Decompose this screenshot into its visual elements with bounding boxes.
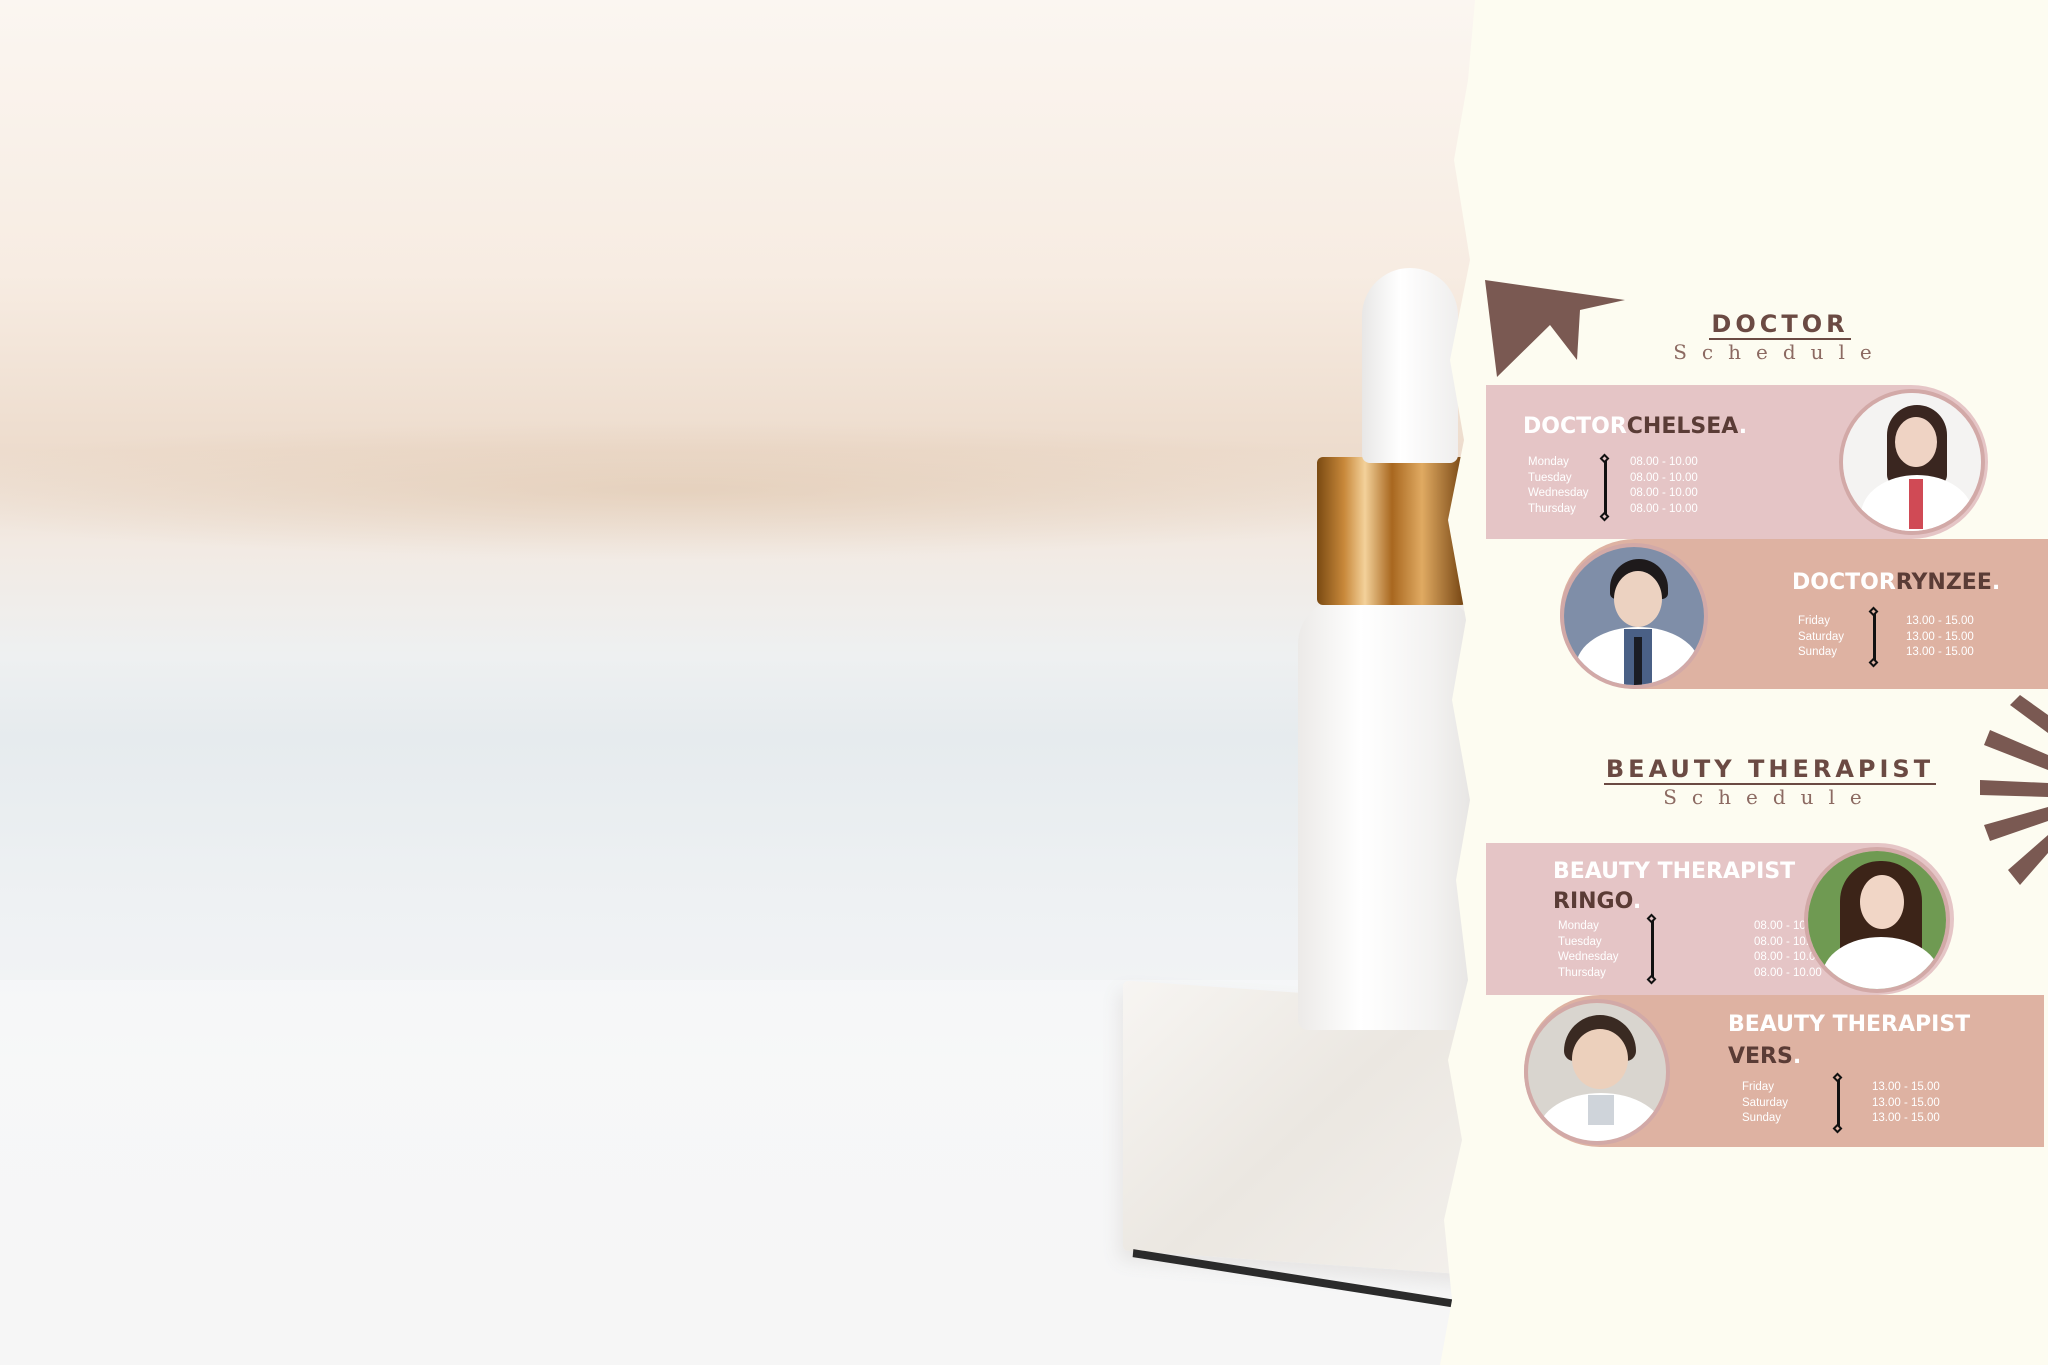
bottle-dropper	[1362, 268, 1458, 463]
schedule-line-icon	[1868, 606, 1880, 668]
schedule-day: Sunday	[1742, 1112, 1782, 1124]
schedule-day: Tuesday	[1558, 935, 1602, 948]
schedule-time: 08.00 - 10.00	[1630, 471, 1698, 484]
avatar	[1804, 847, 1950, 993]
schedule-day: Monday	[1558, 920, 1599, 932]
schedule-time: 13.00 - 15.00	[1872, 1081, 1940, 1093]
schedule-day: Friday	[1742, 1081, 1774, 1093]
card-name: DOCTORCHELSEA.	[1523, 414, 1748, 439]
schedule-day: Tuesday	[1528, 471, 1572, 484]
schedule-day: Monday	[1528, 456, 1569, 468]
schedule-day: Wednesday	[1528, 487, 1589, 499]
therapist-heading-subtitle: Schedule	[1663, 785, 1877, 809]
therapist-heading: BEAUTY THERAPIST Schedule	[1590, 755, 1950, 807]
bottle-gold-collar	[1317, 457, 1467, 605]
therapist-card-ringo: BEAUTY THERAPIST RINGO. Monday Tuesday We…	[1486, 843, 1954, 995]
burst-icon	[1980, 695, 2048, 885]
background-photo	[0, 0, 1500, 1365]
schedule-day: Saturday	[1798, 630, 1845, 643]
therapist-card-vers: BEAUTY THERAPIST VERS. Friday Saturday Su…	[1524, 995, 2044, 1147]
card-name: BEAUTY THERAPIST VERS.	[1728, 1012, 1971, 1069]
schedule-time: 13.00 - 15.00	[1906, 615, 1974, 627]
doctor-card-rynzee: DOCTORRYNZEE. Friday Saturday Sunday 13.…	[1560, 539, 2048, 689]
schedule-day: Friday	[1798, 615, 1830, 627]
background-haze	[0, 420, 1500, 560]
schedule-day: Saturday	[1742, 1096, 1789, 1109]
schedule-day: Sunday	[1798, 646, 1838, 658]
serum-bottle	[1298, 598, 1478, 1030]
schedule-day: Thursday	[1558, 966, 1606, 979]
card-name: DOCTORRYNZEE.	[1792, 570, 2001, 595]
doctor-heading-subtitle: Schedule	[1673, 340, 1887, 364]
therapist-heading-title: BEAUTY THERAPIST	[1603, 755, 1937, 785]
schedule-line-icon	[1832, 1072, 1844, 1134]
arrow-icon	[1485, 280, 1625, 377]
card-name: BEAUTY THERAPIST RINGO.	[1553, 859, 1796, 914]
avatar	[1560, 543, 1708, 689]
schedule-line-icon	[1599, 453, 1611, 522]
doctor-heading-title: DOCTOR	[1709, 310, 1851, 340]
schedule-time: 08.00 - 10.00	[1630, 456, 1698, 468]
avatar	[1524, 999, 1670, 1145]
schedule-time: 13.00 - 15.00	[1872, 1112, 1940, 1124]
schedule-line-icon	[1646, 913, 1658, 985]
schedule-day: Wednesday	[1558, 951, 1619, 963]
avatar	[1839, 389, 1985, 535]
doctor-card-chelsea: DOCTORCHELSEA. Monday Tuesday Wednesday …	[1486, 385, 1988, 539]
schedule-time: 08.00 - 10.00	[1630, 502, 1698, 515]
schedule-day: Thursday	[1528, 502, 1576, 515]
schedule-time: 13.00 - 15.00	[1906, 646, 1974, 658]
schedule-time: 13.00 - 15.00	[1872, 1096, 1940, 1109]
doctor-heading: DOCTOR Schedule	[1660, 310, 1900, 362]
schedule-time: 13.00 - 15.00	[1906, 630, 1974, 643]
schedule-time: 08.00 - 10.00	[1630, 487, 1698, 499]
